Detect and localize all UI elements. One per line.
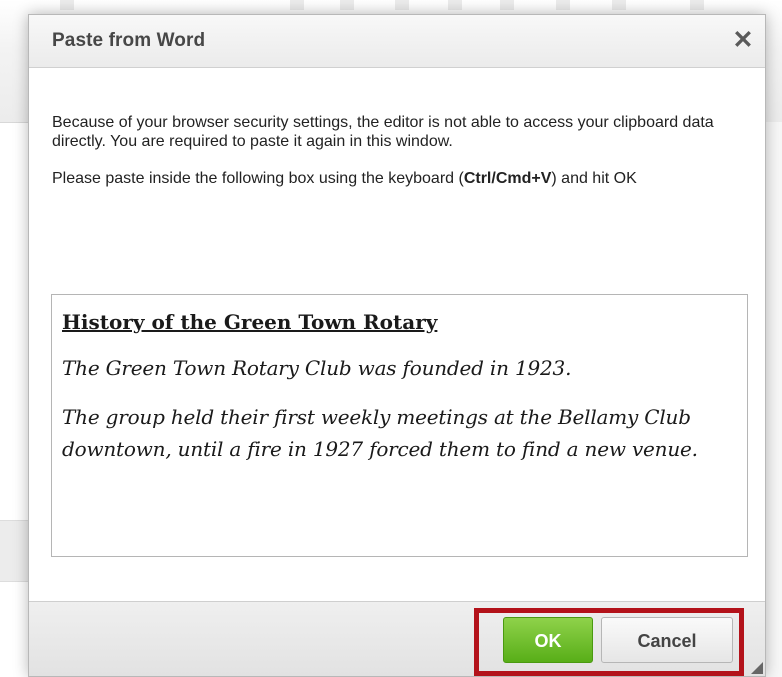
toolbar-ghost-icon <box>690 0 704 10</box>
paste-area[interactable]: History of the Green Town Rotary The Gre… <box>51 294 748 557</box>
editor-background-edge <box>766 122 782 677</box>
toolbar-ghost-icon <box>290 0 304 10</box>
instruction-prefix: Please paste inside the following box us… <box>52 170 464 187</box>
pasted-heading: History of the Green Town Rotary <box>62 310 438 334</box>
pasted-paragraph: The Green Town Rotary Club was founded i… <box>62 356 572 380</box>
pasted-paragraph: The group held their first weekly meetin… <box>62 405 698 461</box>
security-message: Because of your browser security setting… <box>52 114 714 150</box>
paste-instruction: Please paste inside the following box us… <box>52 169 752 188</box>
cancel-button[interactable]: Cancel <box>601 617 733 663</box>
toolbar-ghost-icon <box>448 0 462 10</box>
toolbar-ghost-icon <box>60 0 74 10</box>
instruction-suffix: ) and hit OK <box>551 170 637 187</box>
resize-grip-icon[interactable] <box>751 662 763 674</box>
paste-from-word-dialog: Paste from Word ✕ Because of your browse… <box>28 14 766 677</box>
toolbar-ghost-icon <box>395 0 409 10</box>
toolbar-ghost-icon <box>340 0 354 10</box>
dialog-title: Paste from Word <box>52 30 206 51</box>
toolbar-ghost-icon <box>556 0 570 10</box>
dialog-titlebar[interactable]: Paste from Word ✕ <box>29 15 765 68</box>
toolbar-ghost-icon <box>612 0 626 10</box>
dialog-body: Because of your browser security setting… <box>52 113 752 206</box>
keyboard-shortcut: Ctrl/Cmd+V <box>463 170 552 187</box>
close-icon[interactable]: ✕ <box>731 27 755 53</box>
dialog-footer: OK Cancel <box>29 601 765 676</box>
toolbar-ghost-icon <box>500 0 514 10</box>
ok-button[interactable]: OK <box>503 617 593 663</box>
